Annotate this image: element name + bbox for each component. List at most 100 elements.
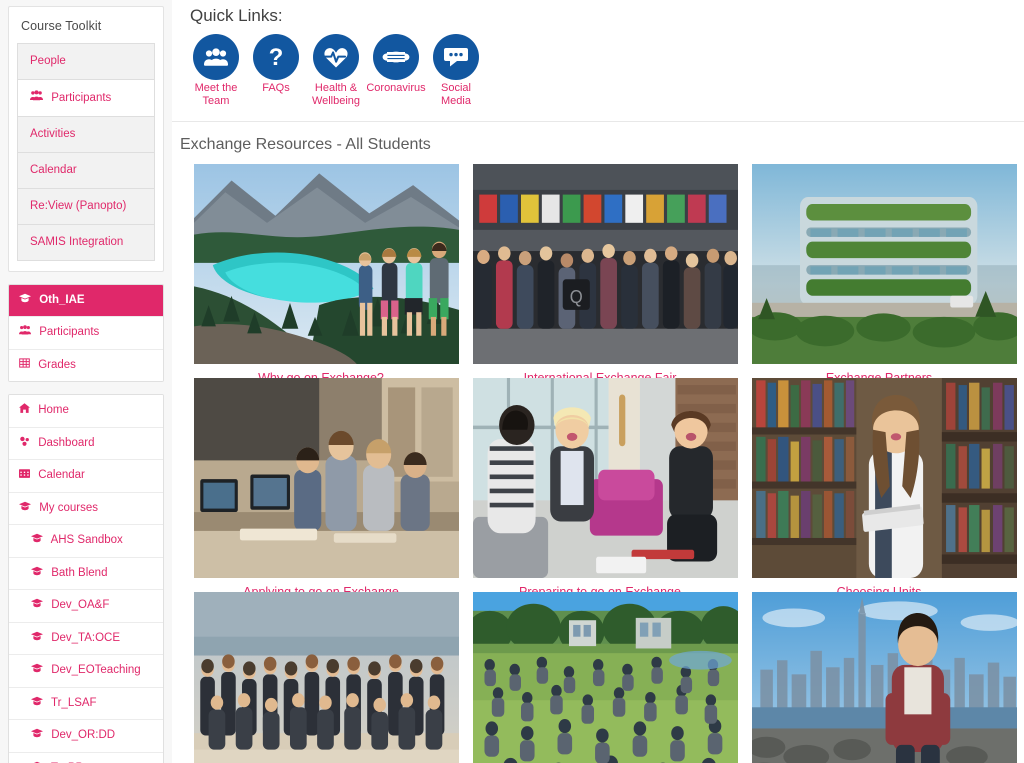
sidebar-item-label: Dev_TA:OCE [51, 631, 121, 644]
sidebar-item-dev-eoteaching[interactable]: Dev_EOTeaching [9, 655, 163, 688]
sidebar-item-oth-iae[interactable]: Oth_IAE [9, 284, 163, 318]
resource-card[interactable]: Q International Exchange Fair [473, 164, 738, 385]
current-course-block: Oth_IAE Participants Grades [8, 283, 164, 383]
quick-links-section: Quick Links: Meet the Team ? FAQs Health… [172, 0, 1024, 117]
resource-card[interactable]: Applying to go on Exchange [194, 378, 459, 599]
card-image-students-at-computers [194, 378, 459, 579]
quick-link-label: Health & Wellbeing [311, 82, 361, 107]
sidebar-item-tr-pp[interactable]: Tr_PP [9, 752, 163, 763]
quick-link-label: FAQs [262, 82, 290, 94]
sidebar-item-label: AHS Sandbox [50, 534, 123, 547]
card-image-green-campus-building [752, 164, 1017, 365]
sidebar-item-participants[interactable]: Participants [9, 317, 163, 350]
sidebar-item-dev-or-dd[interactable]: Dev_OR:DD [9, 720, 163, 753]
calendar-icon [19, 468, 30, 483]
sidebar-item-label: Tr_LSAF [51, 696, 97, 709]
toolkit-item-label: People [30, 55, 66, 67]
svg-text:Q: Q [570, 286, 583, 307]
resource-card[interactable]: Preparing to go on Exchange [473, 378, 738, 599]
sidebar-item-bath-blend[interactable]: Bath Blend [9, 557, 163, 591]
resource-card[interactable]: Exchange Partners [752, 164, 1017, 385]
sidebar-item-dev-ta-oce[interactable]: Dev_TA:OCE [9, 622, 163, 656]
card-image-lake-mountains-students [194, 164, 459, 365]
people-group-icon [193, 34, 239, 80]
quick-link-coronavirus[interactable]: Coronavirus [366, 34, 426, 95]
quick-link-faqs[interactable]: ? FAQs [246, 34, 306, 95]
toolkit-item-samis-integration[interactable]: SAMIS Integration [18, 224, 154, 261]
graduation-cap-icon [19, 293, 31, 308]
resource-card[interactable]: Choosing Units [752, 378, 1017, 599]
section-title: Exchange Resources - All Students [180, 136, 431, 154]
graduation-cap-icon [31, 663, 43, 678]
quick-link-label: Social Media [441, 82, 471, 107]
card-image-student-city-skyline [752, 592, 1017, 763]
page-root: Course Toolkit People Participants Activ… [0, 0, 1024, 763]
users-icon [30, 90, 43, 106]
question-mark-icon: ? [253, 34, 299, 80]
sidebar-item-tr-lsaf[interactable]: Tr_LSAF [9, 687, 163, 721]
sidebar-item-grades[interactable]: Grades [9, 349, 163, 382]
sidebar-item-label: My courses [39, 501, 98, 514]
svg-text:?: ? [269, 44, 284, 70]
toolkit-item-label: Re:View (Panopto) [30, 199, 127, 212]
sidebar-item-label: Dev_OR:DD [51, 729, 116, 742]
quick-links-title: Quick Links: [190, 6, 283, 25]
graduation-cap-icon [19, 501, 31, 516]
toolkit-item-activities[interactable]: Activities [18, 116, 154, 153]
toolkit-item-people[interactable]: People [18, 44, 154, 80]
sidebar-item-label: Dashboard [38, 436, 95, 449]
resource-card[interactable]: Why go on Exchange? [194, 164, 459, 385]
graduation-cap-icon [31, 631, 43, 646]
resource-card[interactable]: Blogs and Social Media [752, 592, 1017, 763]
graduation-cap-icon [31, 728, 43, 743]
card-image-student-in-library [752, 378, 1017, 579]
face-mask-icon [373, 34, 419, 80]
drawer-content: Course Toolkit People Participants Activ… [0, 0, 172, 763]
sidebar-item-label: Grades [38, 358, 76, 371]
home-icon [19, 403, 30, 418]
quick-link-label: Coronavirus [366, 82, 426, 94]
toolkit-item-calendar[interactable]: Calendar [18, 152, 154, 189]
sidebar-item-dev-oaf[interactable]: Dev_OA&F [9, 590, 163, 623]
sidebar-item-label: Dev_OA&F [51, 599, 110, 612]
card-image-group-on-beach [194, 592, 459, 763]
graduation-cap-icon [31, 696, 43, 711]
users-icon [19, 325, 31, 340]
sidebar-item-label: Dev_EOTeaching [51, 664, 141, 677]
graduation-cap-icon [31, 598, 43, 613]
quick-link-meet-the-team[interactable]: Meet the Team [186, 34, 246, 107]
toolkit-item-label: SAMIS Integration [30, 235, 124, 248]
resource-card[interactable]: After your Exchange [473, 592, 738, 763]
quick-link-label: Meet the Team [194, 82, 238, 107]
site-navigation-block: Home Dashboard Calendar My courses AHS S… [8, 394, 164, 763]
quick-links-row: Meet the Team ? FAQs Health & Wellbeing … [186, 34, 1024, 107]
sidebar-item-dashboard[interactable]: Dashboard [9, 427, 163, 461]
sidebar-item-home[interactable]: Home [9, 395, 163, 428]
sidebar-item-calendar[interactable]: Calendar [9, 460, 163, 493]
card-image-students-talking-lounge [473, 378, 738, 579]
sidebar-item-label: Participants [39, 326, 100, 339]
sidebar-item-my-courses[interactable]: My courses [9, 492, 163, 526]
sidebar-item-label: Bath Blend [51, 566, 108, 579]
sidebar-item-ahs-sandbox[interactable]: AHS Sandbox [9, 525, 163, 558]
heart-pulse-icon [313, 34, 359, 80]
sidebar-item-label: Calendar [38, 469, 85, 482]
toolkit-item-participants[interactable]: Participants [18, 79, 154, 117]
graduation-cap-icon [31, 566, 43, 581]
quick-link-social-media[interactable]: Social Media [426, 34, 486, 107]
course-nav-drawer: Course Toolkit People Participants Activ… [0, 0, 172, 763]
resource-card[interactable]: During your Exchange [194, 592, 459, 763]
toolkit-item-label: Calendar [30, 163, 77, 176]
course-toolkit-title: Course Toolkit [21, 19, 102, 33]
sidebar-item-label: Oth_IAE [39, 293, 85, 306]
resource-card-grid: Why go on Exchange? [172, 164, 1024, 763]
quick-link-health-wellbeing[interactable]: Health & Wellbeing [306, 34, 366, 107]
course-toolkit-block: Course Toolkit People Participants Activ… [8, 6, 164, 272]
sidebar-item-label: Home [38, 404, 69, 417]
grid-table-icon [19, 358, 30, 373]
main-content: Quick Links: Meet the Team ? FAQs Health… [172, 0, 1024, 763]
toolkit-item-label: Activities [30, 127, 76, 140]
dashboard-icon [19, 436, 30, 451]
toolkit-item-review-panopto[interactable]: Re:View (Panopto) [18, 188, 154, 225]
card-image-students-on-lawn [473, 592, 738, 763]
